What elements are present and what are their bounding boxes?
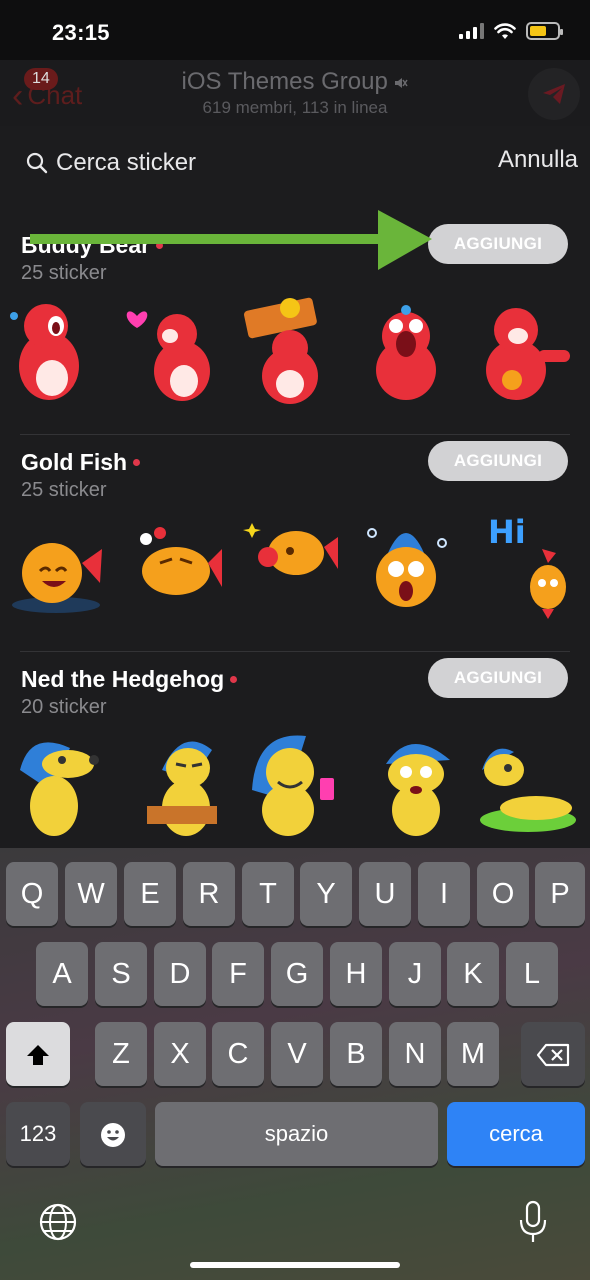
new-dot [230,676,238,683]
send-icon [543,84,565,104]
key-c[interactable]: C [212,1022,264,1086]
sticker-fish-laughing[interactable] [4,513,104,623]
sticker-pack-gold-fish[interactable]: Gold Fish 25 sticker AGGIUNGI Hi [0,435,590,652]
signal-icon [459,23,484,39]
add-pack-button[interactable]: AGGIUNGI [428,224,568,264]
key-w[interactable]: W [65,862,117,926]
sticker-row [0,296,590,406]
key-k[interactable]: K [447,942,499,1006]
sticker-hedgehog-phone[interactable] [246,730,346,840]
status-icons [459,22,563,40]
sticker-fish-love[interactable] [122,513,222,623]
key-p[interactable]: P [535,862,585,926]
key-b[interactable]: B [330,1022,382,1086]
emoji-key[interactable] [80,1102,146,1166]
sticker-bear-pointing[interactable] [476,296,576,406]
key-f[interactable]: F [212,942,264,1006]
microphone-icon[interactable] [518,1200,548,1244]
group-avatar[interactable] [528,68,580,120]
key-n[interactable]: N [389,1022,441,1086]
pack-title: Ned the Hedgehog [21,666,238,693]
pack-title-text: Gold Fish [21,449,128,475]
chat-subtitle: 619 membri, 113 in linea [202,98,388,117]
key-e[interactable]: E [124,862,176,926]
battery-icon [526,22,563,40]
sticker-fish-thumbs-up[interactable] [240,513,340,623]
sticker-bear-crying[interactable] [4,296,104,406]
emoji-icon [101,1123,125,1148]
sticker-hedgehog-wave[interactable] [10,730,110,840]
shift-icon [27,1045,49,1066]
key-r[interactable]: R [183,862,235,926]
search-key[interactable]: cerca [447,1102,585,1166]
pack-title-text: Ned the Hedgehog [21,666,225,692]
numbers-key[interactable]: 123 [6,1102,70,1166]
annotation-arrow-icon [30,210,432,270]
key-m[interactable]: M [447,1022,499,1086]
shift-key[interactable] [6,1022,70,1086]
key-v[interactable]: V [271,1022,323,1086]
new-dot [133,459,141,466]
pack-count: 25 sticker [21,479,107,501]
backspace-icon [536,1044,570,1067]
sticker-row: Hi [0,513,590,623]
key-s[interactable]: S [95,942,147,1006]
sticker-hedgehog-relaxing[interactable] [478,730,578,840]
key-x[interactable]: X [154,1022,206,1086]
sticker-fish-hi[interactable]: Hi [476,513,576,623]
key-h[interactable]: H [330,942,382,1006]
svg-text:Hi: Hi [488,513,526,551]
key-d[interactable]: D [154,942,206,1006]
sticker-hedgehog-nervous[interactable] [370,730,470,840]
globe-icon[interactable] [38,1202,78,1242]
chat-title[interactable]: iOS Themes Group [0,68,590,96]
key-z[interactable]: Z [95,1022,147,1086]
space-key[interactable]: spazio [155,1102,438,1166]
muted-speaker-icon [395,77,409,88]
backspace-key[interactable] [521,1022,585,1086]
status-bar: 23:15 [0,0,590,60]
add-pack-button[interactable]: AGGIUNGI [428,441,568,481]
key-g[interactable]: G [271,942,323,1006]
key-u[interactable]: U [359,862,411,926]
search-input[interactable]: Cerca sticker [56,149,196,177]
pack-count: 20 sticker [21,696,107,718]
keyboard: Q W E R T Y U I O P A S D F G H J K L Z … [0,848,590,1280]
pack-title: Gold Fish [21,449,141,476]
key-a[interactable]: A [36,942,88,1006]
add-pack-button[interactable]: AGGIUNGI [428,658,568,698]
key-i[interactable]: I [418,862,470,926]
search-icon [26,152,48,174]
key-l[interactable]: L [506,942,558,1006]
search-bar: Cerca sticker Annulla [0,126,590,198]
sticker-row [0,730,590,840]
sticker-pack-ned-the-hedgehog[interactable]: Ned the Hedgehog 20 sticker AGGIUNGI [0,652,590,869]
cancel-button[interactable]: Annulla [498,146,578,174]
sticker-bear-thumbs-up[interactable] [240,296,340,406]
wifi-icon [494,22,516,39]
sticker-bear-screaming[interactable] [356,296,456,406]
chat-header: ‹ Chat 14 iOS Themes Group 619 membri, 1… [0,60,590,126]
key-o[interactable]: O [477,862,529,926]
home-indicator[interactable] [190,1262,400,1268]
chat-title-text: iOS Themes Group [181,68,388,95]
key-y[interactable]: Y [300,862,352,926]
sticker-hedgehog-grumpy[interactable] [142,730,242,840]
key-j[interactable]: J [389,942,441,1006]
sticker-fish-shocked[interactable] [356,513,456,623]
sticker-bear-heart[interactable] [122,296,222,406]
key-t[interactable]: T [242,862,294,926]
status-time: 23:15 [52,20,110,45]
key-q[interactable]: Q [6,862,58,926]
